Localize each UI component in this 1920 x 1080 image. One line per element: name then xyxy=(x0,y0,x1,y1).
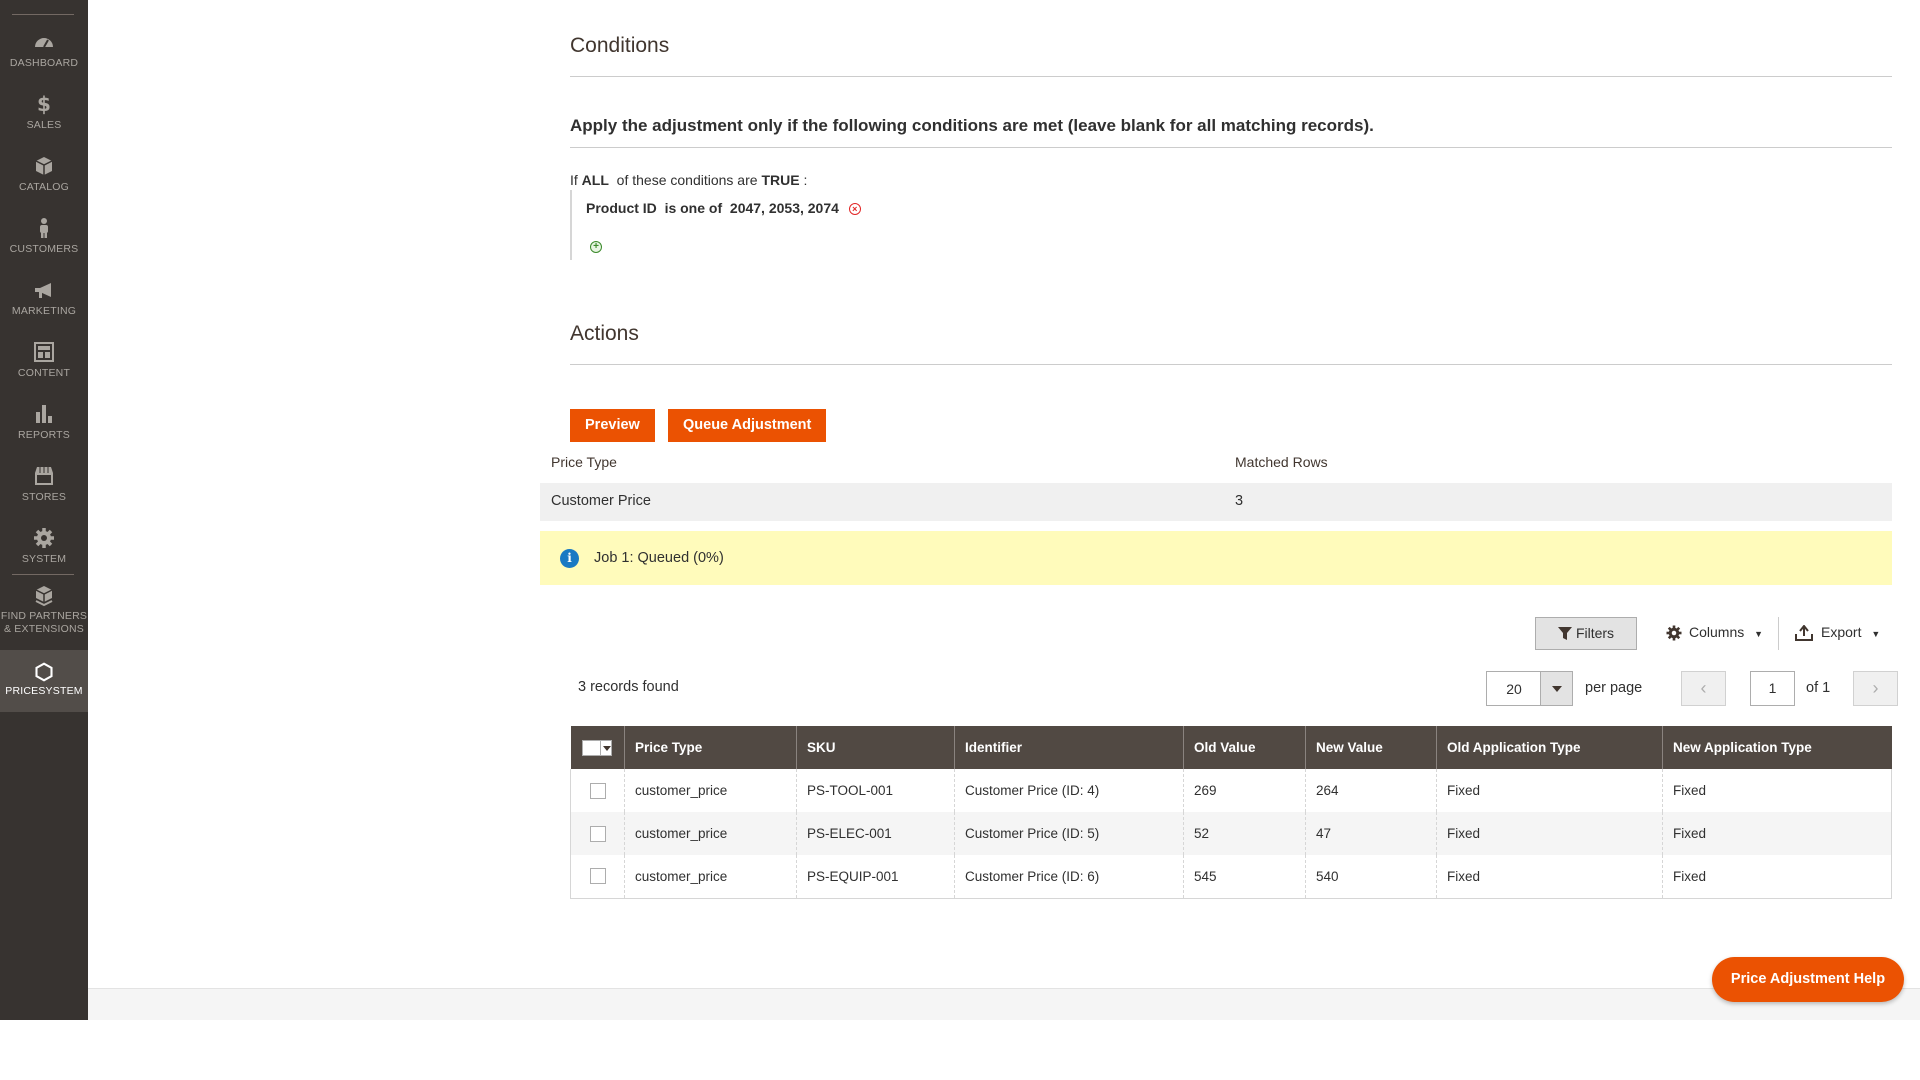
current-page-input[interactable]: 1 xyxy=(1750,671,1795,706)
row-select-cell xyxy=(570,769,625,812)
row-select-cell xyxy=(570,855,625,899)
columns-label: Columns xyxy=(1689,624,1745,640)
row-checkbox[interactable] xyxy=(589,782,606,799)
previous-page-button[interactable]: ‹ xyxy=(1681,671,1726,706)
queue-adjustment-button[interactable]: Queue Adjustment xyxy=(668,409,827,442)
row-checkbox[interactable] xyxy=(589,825,606,842)
rule-value[interactable]: 2047, 2053, 2074 xyxy=(730,200,839,216)
remove-condition-icon[interactable]: × xyxy=(848,203,861,216)
add-condition-icon[interactable]: + xyxy=(590,241,602,253)
section-divider xyxy=(570,364,1892,365)
cell-old-value: 545 xyxy=(1183,855,1306,899)
cell-identifier: Customer Price (ID: 5) xyxy=(954,812,1184,855)
chevron-down-icon[interactable] xyxy=(1540,672,1572,705)
adjustment-grid: Price Type SKU Identifier Old Value New … xyxy=(570,726,1892,899)
cell-new-value: 47 xyxy=(1305,812,1437,855)
chevron-down-icon: ▼ xyxy=(1754,629,1764,639)
table-row[interactable]: customer_price PS-TOOL-001 Customer Pric… xyxy=(570,769,1892,812)
export-dropdown[interactable]: Export ▼ xyxy=(1795,624,1881,642)
column-header-old-value[interactable]: Old Value xyxy=(1183,726,1306,769)
preview-button[interactable]: Preview xyxy=(570,409,655,442)
export-label: Export xyxy=(1821,624,1862,640)
row-select-cell xyxy=(570,812,625,855)
row-checkbox[interactable] xyxy=(589,868,606,885)
export-icon xyxy=(1795,624,1813,642)
cell-price-type: customer_price xyxy=(624,812,797,855)
column-header-price-type[interactable]: Price Type xyxy=(624,726,797,769)
cell-new-value: 264 xyxy=(1305,769,1437,812)
chevron-right-icon: › xyxy=(1872,678,1879,698)
column-header-new-value[interactable]: New Value xyxy=(1305,726,1437,769)
conditions-title: Conditions xyxy=(570,34,670,57)
cell-old-value: 52 xyxy=(1183,812,1306,855)
cell-sku: PS-TOOL-001 xyxy=(796,769,955,812)
cell-identifier: Customer Price (ID: 4) xyxy=(954,769,1184,812)
page-of-label: of 1 xyxy=(1806,680,1831,696)
per-page-label: per page xyxy=(1585,680,1643,696)
cell-new-application-type: Fixed xyxy=(1662,855,1892,899)
section-divider xyxy=(570,76,1892,77)
conditions-aggregator-line: If ALL of these conditions are TRUE : xyxy=(570,172,807,188)
actions-title: Actions xyxy=(570,322,639,345)
chevron-down-icon: ▼ xyxy=(1871,629,1881,639)
conditions-tree-line xyxy=(570,190,572,260)
column-header-identifier[interactable]: Identifier xyxy=(954,726,1184,769)
summary-matched-rows: 3 xyxy=(1235,493,1244,509)
table-row[interactable]: customer_price PS-ELEC-001 Customer Pric… xyxy=(570,812,1892,855)
filters-button[interactable]: Filters xyxy=(1535,617,1637,650)
filter-icon xyxy=(1557,627,1572,641)
aggregator-value-select[interactable]: TRUE xyxy=(761,172,799,188)
job-status-text: Job 1: Queued (0%) xyxy=(594,550,724,566)
cell-old-application-type: Fixed xyxy=(1436,812,1663,855)
summary-header-matched-rows: Matched Rows xyxy=(1235,454,1328,470)
chevron-left-icon: ‹ xyxy=(1700,678,1707,698)
rule-attribute[interactable]: Product ID xyxy=(586,200,657,216)
grid-header-row: Price Type SKU Identifier Old Value New … xyxy=(570,726,1892,769)
cell-old-application-type: Fixed xyxy=(1436,855,1663,899)
cell-new-value: 540 xyxy=(1305,855,1437,899)
per-page-value: 20 xyxy=(1506,681,1522,697)
summary-header-price-type: Price Type xyxy=(551,454,617,470)
cell-new-application-type: Fixed xyxy=(1662,769,1892,812)
summary-price-type: Customer Price xyxy=(551,493,651,509)
next-page-button[interactable]: › xyxy=(1853,671,1898,706)
cell-old-value: 269 xyxy=(1183,769,1306,812)
rule-operator[interactable]: is one of xyxy=(665,200,723,216)
job-status-notice: i Job 1: Queued (0%) xyxy=(540,531,1892,585)
cell-new-application-type: Fixed xyxy=(1662,812,1892,855)
price-adjustment-help-button[interactable]: Price Adjustment Help xyxy=(1712,957,1904,1002)
gear-icon xyxy=(1666,625,1682,641)
cell-old-application-type: Fixed xyxy=(1436,769,1663,812)
condition-if-text: If xyxy=(570,172,578,188)
page-footer xyxy=(88,988,1920,1020)
filters-label: Filters xyxy=(1575,625,1615,641)
aggregator-select[interactable]: ALL xyxy=(582,172,609,188)
column-header-new-application-type[interactable]: New Application Type xyxy=(1662,726,1892,769)
mass-select-checkbox[interactable] xyxy=(582,739,613,756)
cell-sku: PS-EQUIP-001 xyxy=(796,855,955,899)
per-page-select[interactable]: 20 xyxy=(1486,671,1573,706)
main-content: Conditions Apply the adjustment only if … xyxy=(0,0,1920,1080)
conditions-heading: Apply the adjustment only if the followi… xyxy=(570,116,1374,135)
column-header-sku[interactable]: SKU xyxy=(796,726,955,769)
column-header-old-application-type[interactable]: Old Application Type xyxy=(1436,726,1663,769)
table-row[interactable]: customer_price PS-EQUIP-001 Customer Pri… xyxy=(570,855,1892,899)
cell-sku: PS-ELEC-001 xyxy=(796,812,955,855)
section-divider xyxy=(570,147,1892,148)
records-found: 3 records found xyxy=(578,679,679,695)
mass-select-header xyxy=(570,726,625,769)
cell-price-type: customer_price xyxy=(624,855,797,899)
toolbar-divider xyxy=(1778,617,1779,650)
summary-row xyxy=(540,483,1892,521)
condition-suffix-text: : xyxy=(803,172,808,188)
columns-dropdown[interactable]: Columns ▼ xyxy=(1665,624,1763,642)
condition-middle-text: of these conditions are xyxy=(616,172,758,188)
condition-rule: Product ID is one of 2047, 2053, 2074 × xyxy=(586,200,861,216)
cell-identifier: Customer Price (ID: 6) xyxy=(954,855,1184,899)
info-icon: i xyxy=(560,549,579,568)
cell-price-type: customer_price xyxy=(624,769,797,812)
